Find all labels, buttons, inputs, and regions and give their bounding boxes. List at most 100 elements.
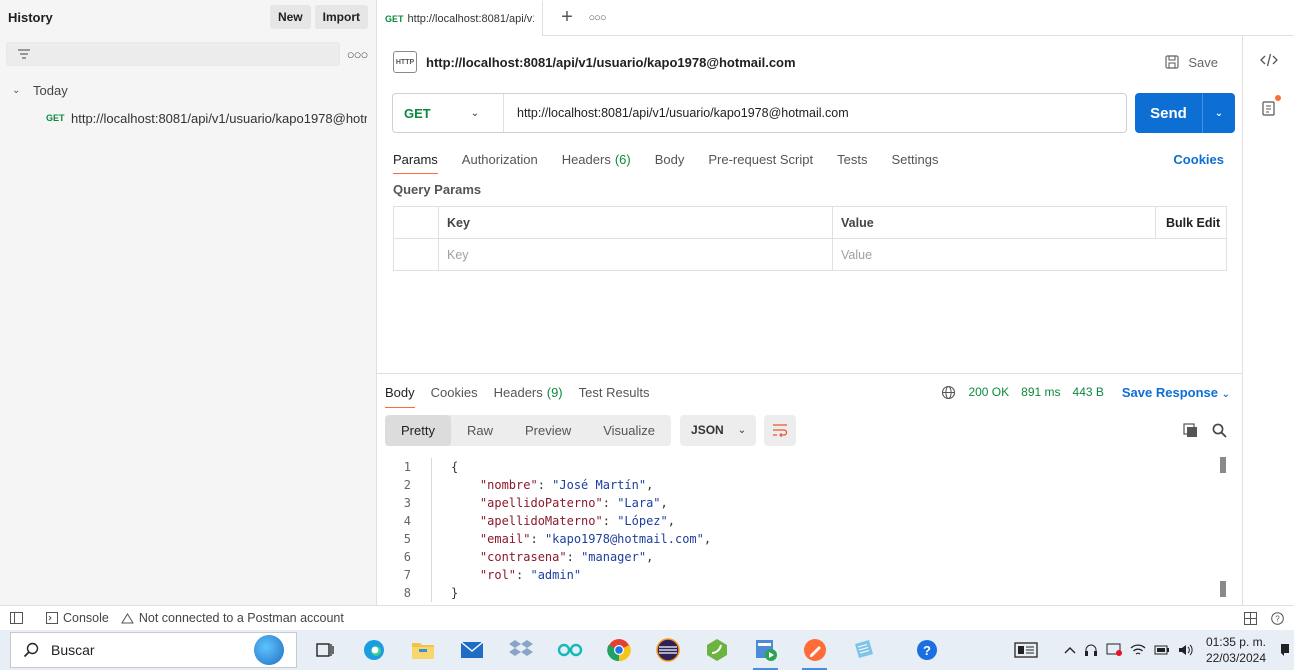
copy-icon[interactable]: [1183, 422, 1198, 438]
response-time[interactable]: 891 ms: [1021, 385, 1060, 399]
request-tab[interactable]: GET http://localhost:8081/api/v1/usuario…: [377, 0, 543, 36]
tab-tests[interactable]: Tests: [837, 144, 867, 174]
key-column-header: Key: [438, 206, 833, 239]
help-icon[interactable]: ?: [1271, 611, 1284, 625]
scrollbar-thumb-bottom[interactable]: [1220, 581, 1226, 597]
value-input[interactable]: Value: [832, 238, 1227, 271]
eclipse-icon[interactable]: [643, 630, 692, 670]
taskbar-search[interactable]: Buscar: [10, 632, 297, 668]
tab-authorization[interactable]: Authorization: [462, 144, 538, 174]
headset-icon[interactable]: [1084, 643, 1098, 657]
display-alert-icon[interactable]: [1106, 643, 1122, 657]
more-options-icon[interactable]: ○○○: [344, 47, 370, 62]
status-badge[interactable]: 200 OK: [968, 385, 1009, 399]
chevron-up-icon[interactable]: [1064, 646, 1076, 654]
code-line: 7 "rol": "admin": [385, 566, 1221, 584]
json-key: "apellidoPaterno": [479, 496, 603, 510]
documentation-button[interactable]: [1243, 84, 1294, 132]
dropbox-icon[interactable]: [496, 630, 545, 670]
line-number: 3: [403, 496, 411, 510]
view-preview[interactable]: Preview: [509, 415, 587, 446]
battery-icon[interactable]: [1154, 644, 1170, 656]
taskbar-clock[interactable]: 01:35 p. m. 22/03/2024: [1206, 634, 1266, 666]
response-headers-count: (9): [546, 384, 563, 400]
search-icon[interactable]: [1212, 423, 1227, 438]
key-input[interactable]: Key: [438, 238, 833, 271]
save-response-button[interactable]: Save Response ⌄: [1122, 385, 1230, 400]
code-gutter: [431, 584, 451, 602]
response-tabs: Body Cookies Headers (9) Test Results: [385, 378, 665, 408]
response-size[interactable]: 443 B: [1073, 385, 1104, 399]
search-highlight-icon[interactable]: [254, 635, 284, 665]
add-tab-icon[interactable]: +: [549, 6, 585, 29]
file-explorer-icon[interactable]: [398, 630, 447, 670]
chrome-icon[interactable]: [594, 630, 643, 670]
response-tab-cookies[interactable]: Cookies: [431, 378, 478, 406]
wifi-icon[interactable]: [1130, 643, 1146, 657]
history-filter-input[interactable]: [6, 42, 341, 66]
bulk-edit-button[interactable]: Bulk Edit: [1155, 206, 1227, 239]
edge-icon[interactable]: [349, 630, 398, 670]
layout-icon[interactable]: [1244, 611, 1257, 625]
view-pretty[interactable]: Pretty: [385, 414, 451, 446]
scrollbar-thumb-top[interactable]: [1220, 457, 1226, 473]
view-raw[interactable]: Raw: [451, 415, 509, 446]
tab-settings[interactable]: Settings: [891, 144, 938, 174]
save-label: Save: [1188, 54, 1218, 70]
tab-params[interactable]: Params: [393, 144, 438, 174]
import-button[interactable]: Import: [314, 5, 368, 29]
wrap-lines-button[interactable]: [764, 414, 797, 446]
code-snippet-button[interactable]: [1243, 36, 1294, 84]
toggle-sidebar-icon[interactable]: [10, 612, 28, 624]
notifications-icon[interactable]: [1280, 643, 1290, 657]
view-visualize[interactable]: Visualize: [587, 415, 671, 446]
send-label: Send: [1150, 104, 1187, 122]
news-widget-icon[interactable]: [1014, 642, 1038, 658]
method-select[interactable]: GET ⌄: [393, 94, 504, 132]
mail-icon[interactable]: [447, 630, 496, 670]
request-title-row: HTTP http://localhost:8081/api/v1/usuari…: [393, 50, 1228, 74]
connection-status[interactable]: Not connected to a Postman account: [120, 611, 344, 625]
media-app-icon[interactable]: [741, 630, 790, 670]
response-tab-headers[interactable]: Headers (9): [494, 378, 563, 406]
cookies-link[interactable]: Cookies: [1173, 144, 1224, 174]
volume-icon[interactable]: [1178, 643, 1194, 657]
code-colon: :: [537, 478, 553, 492]
globe-icon[interactable]: [941, 385, 956, 400]
send-options-chevron-icon[interactable]: ⌄: [1202, 93, 1235, 133]
response-tab-test-results[interactable]: Test Results: [579, 378, 650, 406]
response-body-code[interactable]: 1{ 2 "nombre": "José Martín", 3 "apellid…: [385, 458, 1221, 604]
history-sidebar: History New Import ○○○ ⌄ Today GET http:…: [0, 0, 377, 605]
json-value: "Lara": [617, 496, 661, 510]
tab-prerequest-script[interactable]: Pre-request Script: [708, 144, 813, 174]
filter-row: ○○○: [0, 34, 376, 74]
url-input[interactable]: [504, 95, 1126, 131]
notepad-icon[interactable]: [839, 630, 888, 670]
history-group-today[interactable]: ⌄ Today: [0, 76, 376, 104]
tab-body[interactable]: Body: [655, 144, 685, 174]
postman-icon[interactable]: [790, 630, 839, 670]
tab-headers[interactable]: Headers (6): [562, 144, 631, 174]
task-view-icon[interactable]: [300, 630, 349, 670]
code-line: 5 "email": "kapo1978@hotmail.com",: [385, 530, 1221, 548]
tab-headers-label: Headers: [561, 151, 611, 167]
history-item[interactable]: GET http://localhost:8081/api/v1/usuario…: [0, 104, 376, 132]
format-select[interactable]: JSON ⌄: [680, 414, 757, 446]
json-value: "manager": [581, 550, 647, 564]
request-tab-bar: GET http://localhost:8081/api/v1/usuario…: [377, 0, 1294, 36]
spring-tools-icon[interactable]: [692, 630, 741, 670]
help-app-icon[interactable]: ?: [902, 630, 951, 670]
response-scrollbar[interactable]: [1220, 453, 1226, 601]
new-button[interactable]: New: [269, 5, 311, 29]
more-tabs-icon[interactable]: ○○○: [585, 12, 609, 24]
console-button[interactable]: Console: [46, 611, 109, 625]
status-bar-right: ?: [1230, 611, 1284, 625]
save-button[interactable]: Save: [1165, 55, 1218, 70]
warning-cloud-icon: [120, 612, 134, 623]
response-tab-body[interactable]: Body: [385, 378, 415, 408]
arduino-icon[interactable]: [545, 630, 594, 670]
json-key: "email": [479, 532, 531, 546]
clock-time: 01:35 p. m.: [1205, 635, 1266, 649]
send-button[interactable]: Send ⌄: [1135, 93, 1235, 133]
